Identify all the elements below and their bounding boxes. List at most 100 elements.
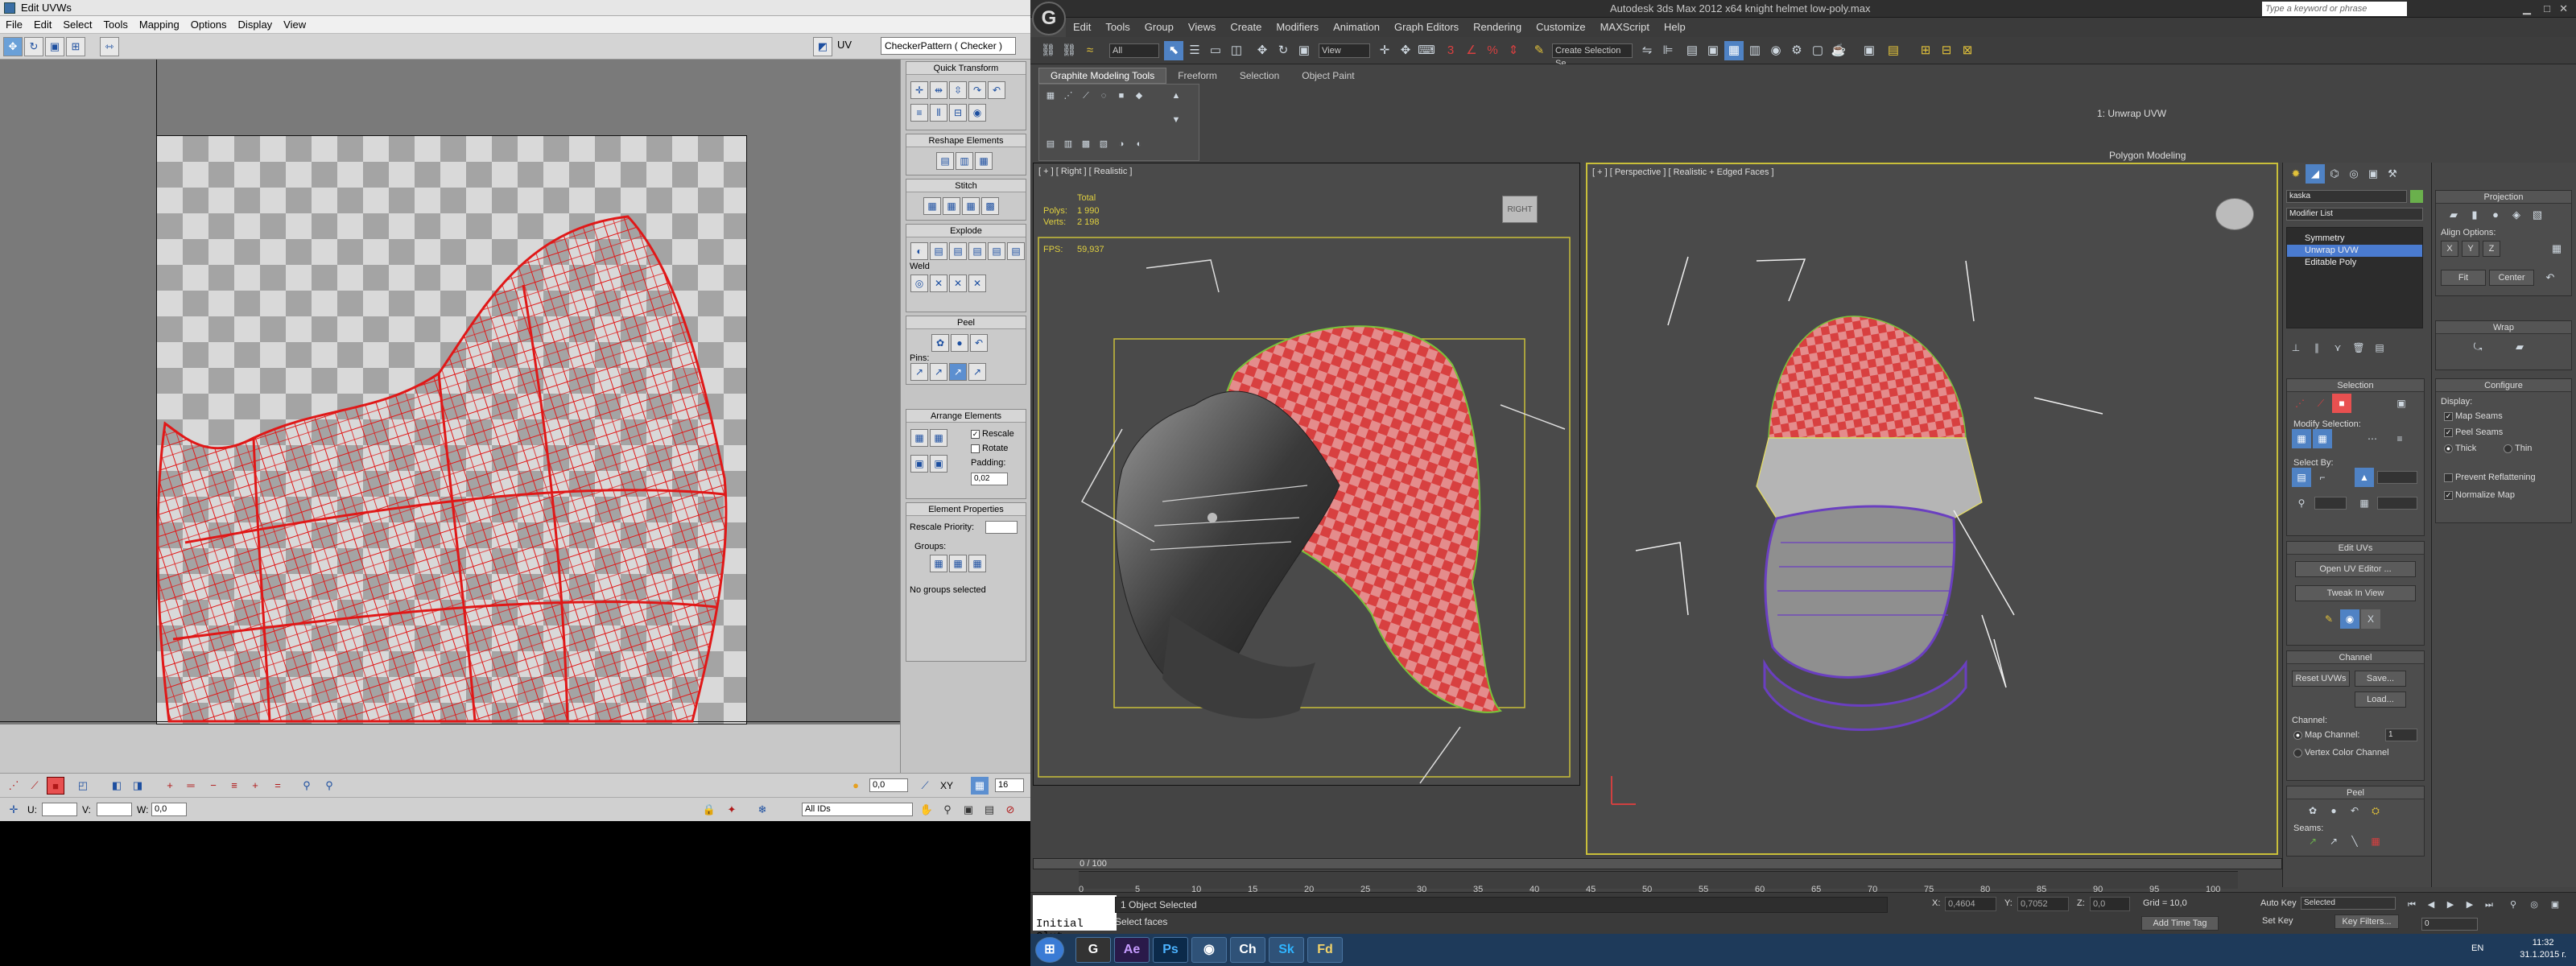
menu-modifiers[interactable]: Modifiers	[1269, 18, 1326, 36]
edge-distance-icon[interactable]: ⟋	[916, 777, 934, 795]
material-id-dropdown[interactable]: All IDs	[802, 803, 913, 816]
menu-group[interactable]: Group	[1137, 18, 1181, 36]
break-cmd-icon[interactable]: X	[2361, 609, 2380, 629]
cylindrical-map-icon[interactable]: ▮	[2465, 205, 2484, 225]
flatten-icon[interactable]: ▤	[930, 242, 947, 260]
help-search-input[interactable]: Type a keyword or phrase	[2262, 2, 2407, 16]
grow-icon[interactable]: ▦	[2292, 429, 2311, 448]
arrange-elements-header[interactable]: Arrange Elements	[906, 410, 1026, 423]
quick-peel-cmd-icon[interactable]: ◉	[2340, 609, 2359, 629]
rescale-elements-icon[interactable]: ▣	[910, 455, 928, 473]
menu-maxscript[interactable]: MAXScript	[1593, 18, 1657, 36]
rescale-priority-spinner[interactable]	[985, 521, 1018, 534]
viewport-perspective[interactable]: [ + ] [ Perspective ] [ Realistic + Edge…	[1586, 163, 2278, 855]
element-properties-header[interactable]: Element Properties	[906, 503, 1026, 516]
material-editor-icon[interactable]: ◉	[1766, 41, 1785, 60]
stitch-header[interactable]: Stitch	[906, 180, 1026, 192]
relax-settings-icon[interactable]: ▦	[975, 152, 993, 170]
pack-custom-icon[interactable]: ▦	[930, 429, 947, 447]
texture-dropdown[interactable]: CheckerPattern ( Checker )	[881, 37, 1016, 55]
peel-cmd-header[interactable]: Peel	[2287, 786, 2424, 799]
z-coord-field[interactable]: 0,0	[2090, 897, 2130, 911]
menu-views[interactable]: Views	[1181, 18, 1223, 36]
loop-select-icon[interactable]: ═	[182, 777, 200, 795]
show-end-icon[interactable]: ∥	[2307, 338, 2326, 357]
map-channel-radio[interactable]: ● Map Channel:	[2293, 730, 2360, 740]
polygon-modeling-dropdown[interactable]: Polygon Modeling	[2109, 150, 2186, 161]
snaps-toggle-icon[interactable]: 3	[1441, 41, 1460, 60]
maximize-viewport-icon[interactable]: ▣	[2545, 895, 2565, 914]
padding-spinner[interactable]: 0,02	[971, 473, 1008, 485]
zoom-extent-field[interactable]: 16	[995, 778, 1024, 792]
flatten-smoothing-icon[interactable]: ▤	[968, 242, 986, 260]
uv-editor-viewport[interactable]	[0, 60, 900, 724]
weld-all-icon[interactable]: ✕	[949, 275, 967, 292]
render-frame-icon[interactable]: ▢	[1808, 41, 1827, 60]
extras-icon[interactable]: ▤	[1884, 41, 1903, 60]
pin-selected-icon[interactable]: ↗	[910, 363, 928, 381]
pivot-icon[interactable]: ✛	[910, 81, 928, 99]
hierarchy-tab-icon[interactable]: ⌬	[2325, 164, 2344, 184]
thick-radio-row[interactable]: ● Thick	[2444, 444, 2476, 453]
soft-select-value[interactable]: 0,0	[869, 778, 908, 792]
link-icon[interactable]: ⛓	[1038, 41, 1058, 60]
group-select-icon[interactable]: ▦	[968, 555, 986, 572]
edge-sel-to-seams-icon[interactable]: ╲	[2345, 832, 2364, 851]
seams-to-edge-icon[interactable]: ▦	[2366, 832, 2385, 851]
select-manipulate-icon[interactable]: ✥	[1396, 41, 1415, 60]
shrink-icon[interactable]: ▦	[2313, 429, 2332, 448]
lock-icon[interactable]: 🔒	[700, 801, 718, 819]
center-button[interactable]: Center	[2489, 270, 2534, 286]
peel-reset-icon[interactable]: ●	[2324, 801, 2343, 820]
menu-customize[interactable]: Customize	[1529, 18, 1592, 36]
reference-coord-dropdown[interactable]: View	[1319, 43, 1370, 58]
group-remove-icon[interactable]: ▦	[949, 555, 967, 572]
y-coord-field[interactable]: 0,7052	[2017, 897, 2069, 911]
schematic-view-icon[interactable]: ▥	[1745, 41, 1765, 60]
taskbar-photoshop[interactable]: Ps	[1153, 937, 1188, 963]
align-z-button[interactable]: Z	[2483, 241, 2500, 257]
map-seams-checkbox[interactable]: ✓	[2444, 411, 2453, 421]
stack-editable-poly[interactable]: Editable Poly	[2287, 257, 2422, 269]
u-field[interactable]	[42, 803, 77, 816]
minimize-icon[interactable]: ▁	[2523, 0, 2531, 18]
polygon-select-icon[interactable]: ■	[2332, 394, 2351, 413]
tab-freeform[interactable]: Freeform	[1166, 68, 1228, 83]
maximize-icon[interactable]: □	[2544, 0, 2550, 18]
named-selection-dropdown[interactable]: Create Selection Se	[1552, 43, 1633, 68]
xy-falloff-label[interactable]: XY	[940, 780, 953, 791]
object-color-swatch[interactable]	[2410, 190, 2423, 203]
wrap-header[interactable]: Wrap	[2436, 321, 2571, 334]
weld-settings-icon[interactable]: ✕	[968, 275, 986, 292]
box-map-icon[interactable]: ◈	[2507, 205, 2526, 225]
rotate-icon[interactable]: ↻	[24, 37, 43, 56]
show-end-result-icon[interactable]: ◑	[1112, 134, 1131, 154]
current-frame-field[interactable]: 0	[2421, 918, 2478, 931]
curve-editor-icon[interactable]: ▦	[1724, 41, 1744, 60]
ignore-backface-icon[interactable]: ▲	[2355, 468, 2374, 487]
prevent-reflattening-row[interactable]: Prevent Reflattening	[2444, 473, 2536, 482]
select-by-name-icon[interactable]: ☰	[1185, 41, 1204, 60]
taskbar-chrome[interactable]: Ch	[1230, 937, 1265, 963]
break-icon[interactable]: ◐	[910, 242, 928, 260]
menu-rendering[interactable]: Rendering	[1466, 18, 1529, 36]
language-indicator[interactable]: EN	[2471, 943, 2483, 953]
snap-icon[interactable]: ⊘	[1001, 801, 1019, 819]
hide-icon[interactable]: ✦	[723, 801, 741, 819]
element-select-icon[interactable]: ◰	[74, 777, 92, 795]
utilities-tab-icon[interactable]: ⚒	[2383, 164, 2402, 184]
maxscript-listener-mini[interactable]: Initial Clut	[1033, 895, 1117, 943]
falloff-type-icon[interactable]: ▦	[971, 777, 989, 795]
align-y-button[interactable]: Y	[2462, 241, 2479, 257]
edit-seams-icon[interactable]: ↗	[2303, 832, 2322, 851]
tab-graphite-modeling[interactable]: Graphite Modeling Tools	[1038, 68, 1167, 84]
tweak-in-view-button[interactable]: Tweak In View	[2295, 585, 2416, 601]
channel-header[interactable]: Channel	[2287, 651, 2424, 664]
rotate-checkbox[interactable]	[971, 444, 980, 453]
next-frame-icon[interactable]: ▶	[2460, 895, 2479, 914]
play-icon[interactable]: ▶	[2441, 895, 2460, 914]
stitch-settings-icon[interactable]: ▩	[981, 197, 999, 215]
polygon-sub-icon[interactable]: ■	[1112, 86, 1131, 105]
paint-select-icon[interactable]: ⚲	[298, 777, 316, 795]
peel-settings-icon[interactable]: ⛭	[2366, 801, 2385, 820]
